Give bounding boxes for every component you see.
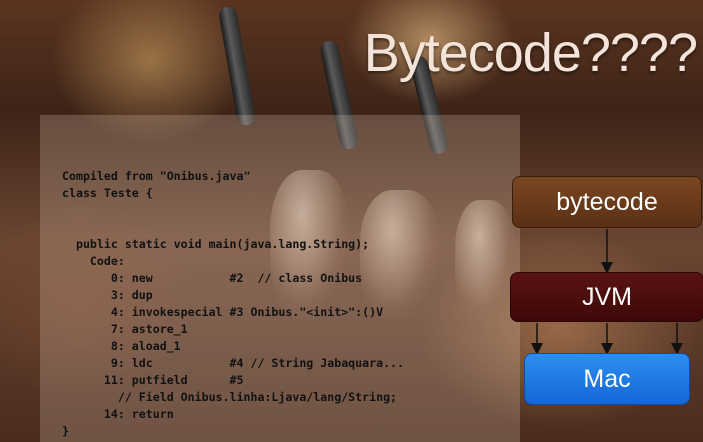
mac-box: Mac [524, 353, 690, 405]
jvm-box: JVM [510, 272, 703, 322]
bytecode-box: bytecode [512, 176, 702, 228]
